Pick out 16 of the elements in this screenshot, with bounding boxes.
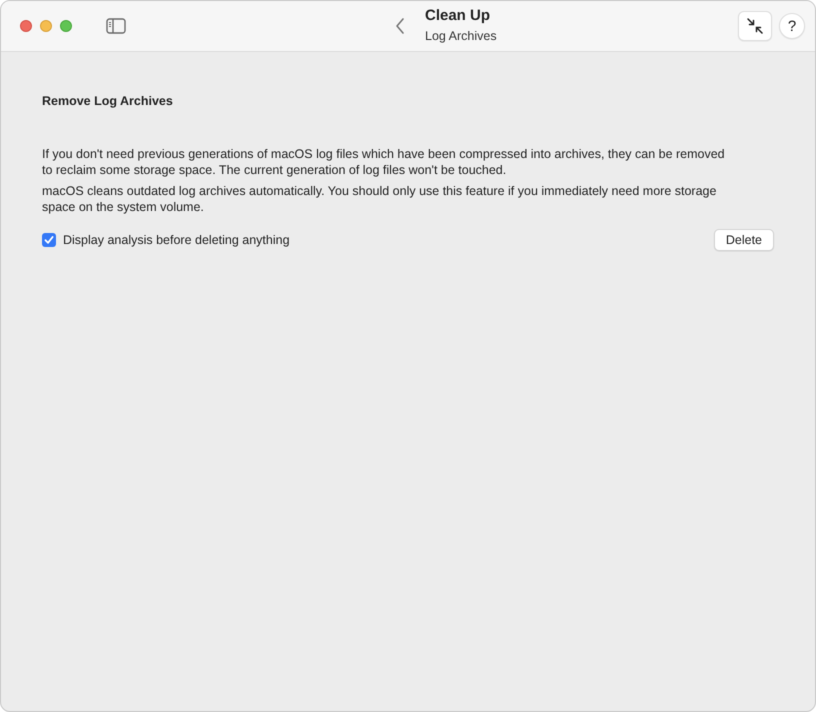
window-subtitle: Log Archives: [425, 28, 497, 45]
sidebar-icon[interactable]: [106, 18, 126, 34]
close-button[interactable]: [20, 20, 32, 32]
checkbox[interactable]: [42, 233, 56, 247]
collapse-icon: [746, 17, 764, 35]
collapse-button[interactable]: [738, 11, 772, 41]
window-title: Clean Up: [425, 7, 492, 25]
checkbox-label: Display analysis before deleting anything: [63, 233, 290, 247]
description-text: If you don't need previous generations of macOS log files which have been compressed into archives, they can be removed to reclaim some storage space. The current generation of log files won't be touched.: [42, 146, 726, 178]
section-heading: Remove Log Archives: [42, 94, 174, 108]
delete-button[interactable]: Delete: [714, 229, 774, 251]
minimize-button[interactable]: [40, 20, 52, 32]
back-icon[interactable]: [395, 17, 405, 35]
zoom-button[interactable]: [60, 20, 72, 32]
help-button[interactable]: ?: [779, 13, 805, 39]
description-text: macOS cleans outdated log archives automatically. You should only use this feature if you immediately need more storage space on the system volume.: [42, 183, 718, 215]
